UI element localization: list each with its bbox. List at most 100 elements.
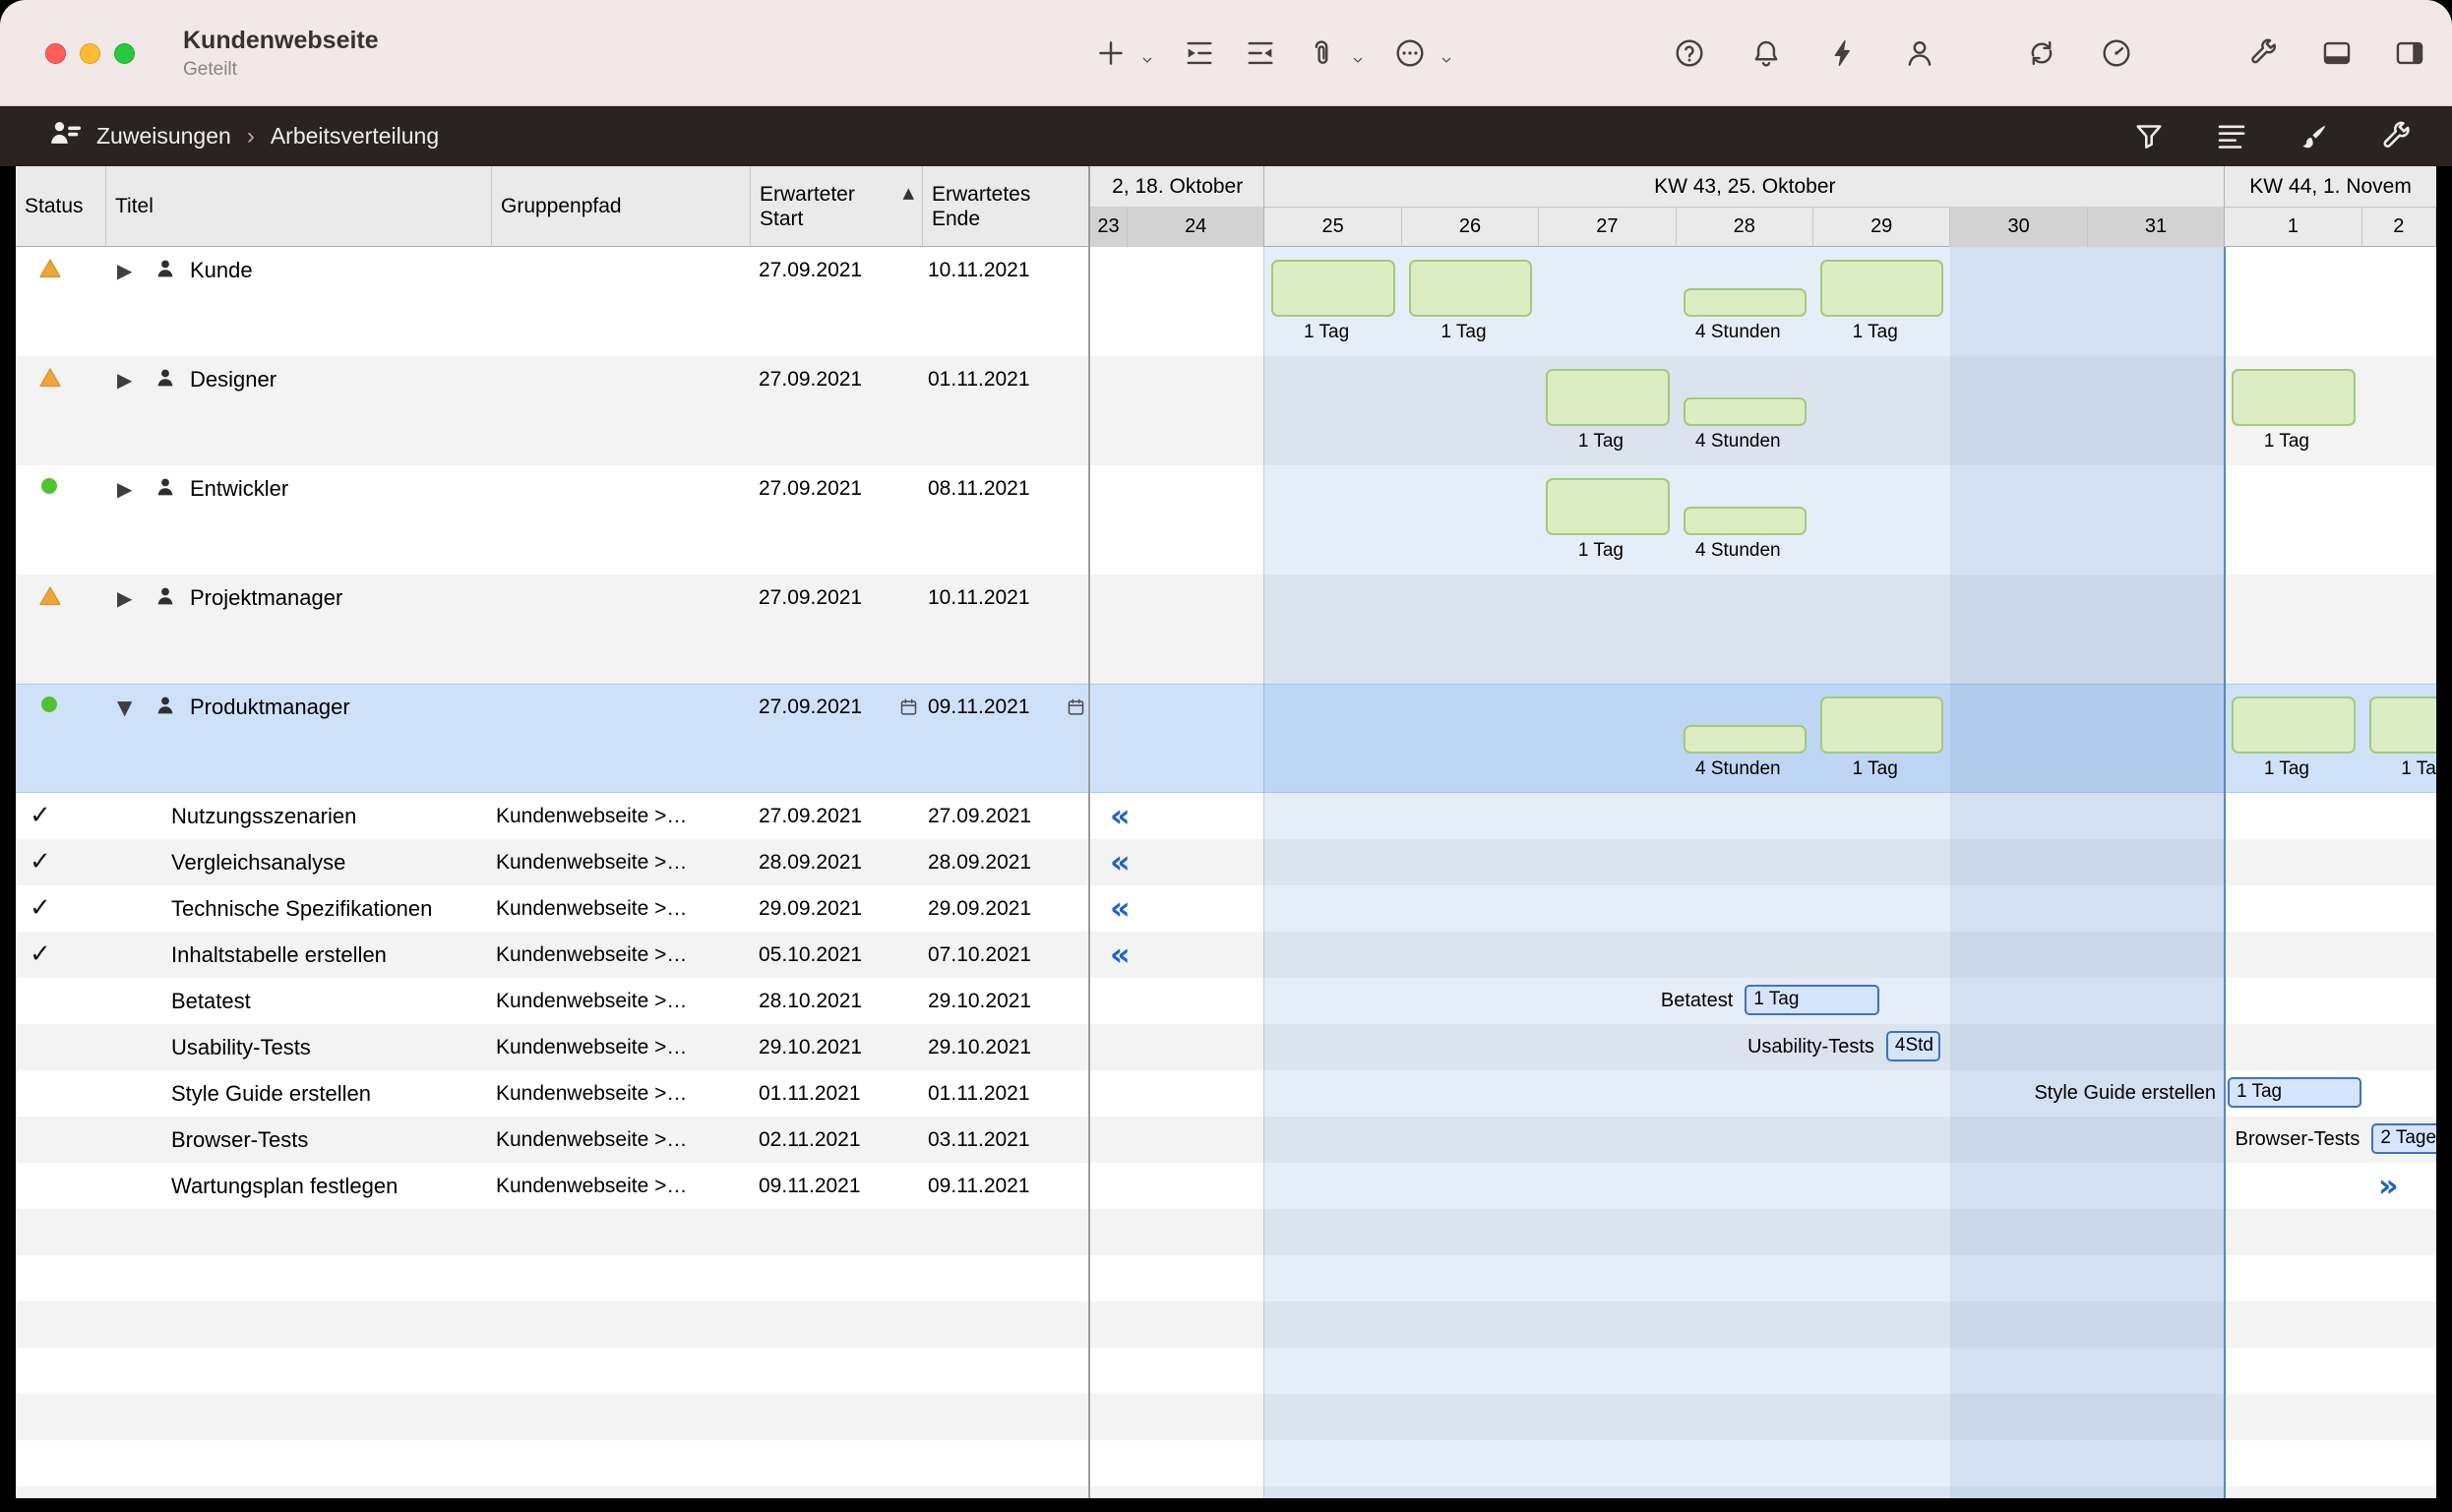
sync-icon[interactable] [2025,36,2058,70]
column-header-expected-end[interactable]: Erwartetes Ende [923,166,1090,247]
workload-bar[interactable] [1271,260,1394,317]
help-circle-icon[interactable] [1673,36,1706,70]
tools-icon[interactable] [2247,36,2281,70]
day-label: 27 [1596,215,1618,238]
row-group-path: Kundenwebseite >… [496,801,687,831]
resource-row[interactable]: ▼Produktmanager27.09.202109.11.20214 Stu… [16,684,2436,793]
row-end-date: 07.10.2021 [928,939,1031,970]
app-window: Kundenwebseite Geteilt Zuweisungen › Arb… [0,0,2452,1512]
table-timeline-splitter[interactable] [1088,166,1090,1498]
column-header-label: Erwarteter Start [760,182,897,231]
task-bar[interactable]: 2 Tage [2371,1123,2436,1154]
plus-icon[interactable] [1094,36,1128,70]
paperclip-icon[interactable] [1305,36,1338,70]
align-lines-icon[interactable] [2214,119,2249,154]
disclosure-triangle[interactable]: ▶ [117,258,132,283]
task-row[interactable]: Usability-TestsKundenwebseite >…29.10.20… [16,1024,2436,1070]
row-title: Inhaltstabelle erstellen [171,939,387,970]
row-title: Designer [190,365,276,394]
column-header-group-path[interactable]: Gruppenpfad [492,166,751,247]
panel-right-icon[interactable] [2393,36,2426,70]
task-bar[interactable]: 1 Tag [1745,985,1878,1015]
person-solid-icon [153,584,177,608]
workload-bar[interactable] [2369,696,2436,754]
column-header-expected-start[interactable]: Erwarteter Start ▲ [751,166,923,247]
task-bar[interactable]: 4Std [1886,1031,1941,1061]
row-group-path: Kundenwebseite >… [496,893,687,924]
rows-area: ▶Kunde27.09.202110.11.20211 Tag1 Tag4 St… [16,247,2436,1498]
row-start-date: 27.09.2021 [759,583,862,613]
disclosure-triangle[interactable]: ▶ [117,476,132,502]
minimize-button[interactable] [80,43,100,64]
wrench-icon[interactable] [2379,119,2415,154]
overflow-right-indicator[interactable]: » [2378,1164,2399,1207]
column-header-title[interactable]: Titel [106,166,492,247]
outdent-icon[interactable] [1244,36,1277,70]
task-row[interactable]: ✓NutzungsszenarienKundenwebseite >…27.09… [16,793,2436,839]
workload-label: 4 Stunden [1649,540,1827,562]
bell-icon[interactable] [1749,36,1783,70]
overflow-left-indicator[interactable]: « [1110,840,1131,883]
breadcrumb-current[interactable]: Arbeitsverteilung [271,123,439,150]
chevron-down-icon[interactable] [1439,52,1454,68]
task-row[interactable]: ✓VergleichsanalyseKundenwebseite >…28.09… [16,839,2436,885]
overflow-left-indicator[interactable]: « [1110,886,1131,930]
workload-bar[interactable] [1684,507,1807,535]
row-group-path: Kundenwebseite >… [496,939,687,970]
chevron-down-icon[interactable] [1139,52,1155,68]
status-ok-icon [37,693,61,716]
row-group-path: Kundenwebseite >… [496,1124,687,1155]
task-row[interactable]: ✓Technische SpezifikationenKundenwebseit… [16,885,2436,932]
workload-bar[interactable] [1684,288,1807,317]
row-end-date: 10.11.2021 [928,256,1030,285]
task-bar[interactable]: 1 Tag [2228,1077,2361,1108]
task-row[interactable]: ✓ Inhaltstabelle erstellen Kundenwebseite … [16,932,2436,978]
overflow-left-indicator[interactable]: « [1110,933,1131,976]
resource-row[interactable]: ▶Kunde27.09.202110.11.20211 Tag1 Tag4 St… [16,247,2436,356]
column-header-label: Status [25,194,84,218]
disclosure-triangle[interactable]: ▶ [117,367,132,393]
indent-icon[interactable] [1183,36,1216,70]
column-header-status[interactable]: Status [16,166,106,247]
breadcrumb-root[interactable]: Zuweisungen [96,123,231,150]
workload-bar[interactable] [1684,725,1807,754]
panel-bottom-icon[interactable] [2320,36,2354,70]
workload-bar[interactable] [1409,260,1532,317]
task-row[interactable]: Style Guide erstellenKundenwebseite >…01… [16,1070,2436,1117]
window-title-block: Kundenwebseite Geteilt [183,0,379,106]
workload-bar[interactable] [1546,369,1669,426]
content-area: Status Titel Gruppenpfad Erwarteter Star… [0,166,2452,1512]
workload-bar[interactable] [1684,397,1807,426]
filter-icon[interactable] [2131,119,2167,154]
workload-bar[interactable] [2232,369,2355,426]
disclosure-triangle[interactable]: ▶ [117,585,132,611]
resource-row[interactable]: ▶Designer27.09.202101.11.20211 Tag4 Stun… [16,356,2436,465]
workload-bar[interactable] [1820,260,1943,317]
completed-check-icon: ✓ [30,938,51,970]
week-header-cell: 2, 18. Oktober [1090,166,1264,207]
workload-label: 1 Tag [1786,758,1964,780]
chevron-down-icon[interactable] [1350,52,1366,68]
disclosure-triangle[interactable]: ▼ [117,695,132,720]
bolt-icon[interactable] [1826,36,1860,70]
resource-row[interactable]: ▶Entwickler27.09.202108.11.20211 Tag4 St… [16,465,2436,575]
person-icon[interactable] [1903,36,1936,70]
task-row[interactable]: Browser-TestsKundenwebseite >…02.11.2021… [16,1117,2436,1163]
fullscreen-button[interactable] [114,43,135,64]
task-row[interactable]: Wartungsplan festlegenKundenwebseite >…0… [16,1163,2436,1209]
workload-bar[interactable] [1820,696,1943,754]
task-row[interactable]: BetatestKundenwebseite >…28.10.202129.10… [16,978,2436,1024]
day-label: 25 [1321,215,1343,238]
assignments-icon [47,116,83,151]
task-bar-label: Browser-Tests [1909,1124,2360,1154]
overflow-left-indicator[interactable]: « [1110,794,1131,837]
close-button[interactable] [45,43,66,64]
workload-bar[interactable] [2232,696,2355,754]
gauge-icon[interactable] [2100,36,2133,70]
ellipsis-circle-icon[interactable] [1393,36,1427,70]
workload-bar[interactable] [1546,478,1669,535]
row-title: Style Guide erstellen [171,1078,371,1109]
resource-row[interactable]: ▶Projektmanager27.09.202110.11.2021 [16,575,2436,684]
brush-icon[interactable] [2297,119,2332,154]
row-start-date: 28.10.2021 [759,986,862,1016]
